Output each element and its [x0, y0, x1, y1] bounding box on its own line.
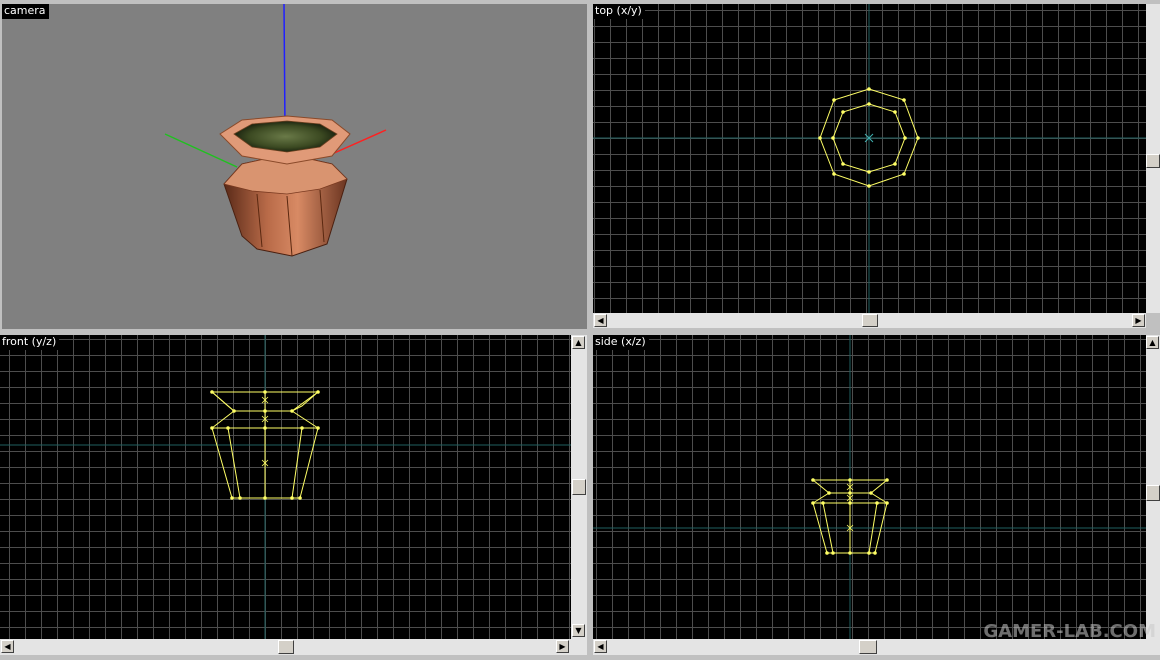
front-viewport-label: front (y/z)	[0, 335, 60, 350]
top-horizontal-scrollbar[interactable]: ◀ ▶	[593, 313, 1146, 328]
top-vertical-scrollbar[interactable]	[1146, 4, 1160, 313]
camera-viewport[interactable]: camera	[2, 4, 587, 329]
side-horizontal-scroll-thumb[interactable]	[859, 640, 877, 654]
side-wireframe	[593, 335, 1146, 639]
top-vertical-scroll-thumb[interactable]	[1146, 154, 1160, 168]
z-axis-line	[283, 4, 286, 130]
side-scroll-left-button[interactable]: ◀	[594, 640, 607, 653]
top-scroll-left-button[interactable]: ◀	[594, 314, 607, 327]
top-wireframe	[593, 4, 1146, 313]
camera-3d-model	[164, 4, 387, 257]
front-vertical-scrollbar[interactable]: ▲ ▼	[571, 335, 587, 639]
front-viewport[interactable]: front (y/z)	[0, 335, 571, 639]
side-scroll-up-button[interactable]: ▲	[1146, 336, 1159, 349]
side-viewport[interactable]: side (x/z)	[593, 335, 1146, 639]
side-vertical-scroll-thumb[interactable]	[1146, 485, 1160, 501]
front-scroll-up-button[interactable]: ▲	[572, 336, 585, 349]
front-wireframe	[0, 335, 571, 639]
top-scroll-right-button[interactable]: ▶	[1132, 314, 1145, 327]
front-horizontal-scroll-thumb[interactable]	[278, 640, 294, 654]
front-scroll-down-button[interactable]: ▼	[572, 624, 585, 637]
side-vertical-scrollbar[interactable]: ▲	[1146, 335, 1160, 639]
front-scroll-left-button[interactable]: ◀	[1, 640, 14, 653]
front-scroll-right-button[interactable]: ▶	[556, 640, 569, 653]
side-viewport-label: side (x/z)	[593, 335, 649, 350]
watermark-text: GAMER-LAB.COM	[983, 621, 1156, 642]
top-horizontal-scroll-thumb[interactable]	[862, 314, 878, 327]
top-viewport-label: top (x/y)	[593, 4, 645, 19]
top-viewport[interactable]: top (x/y)	[593, 4, 1146, 313]
camera-viewport-label: camera	[2, 4, 49, 19]
front-horizontal-scrollbar[interactable]: ◀ ▶	[0, 639, 587, 655]
front-vertical-scroll-thumb[interactable]	[572, 479, 586, 495]
